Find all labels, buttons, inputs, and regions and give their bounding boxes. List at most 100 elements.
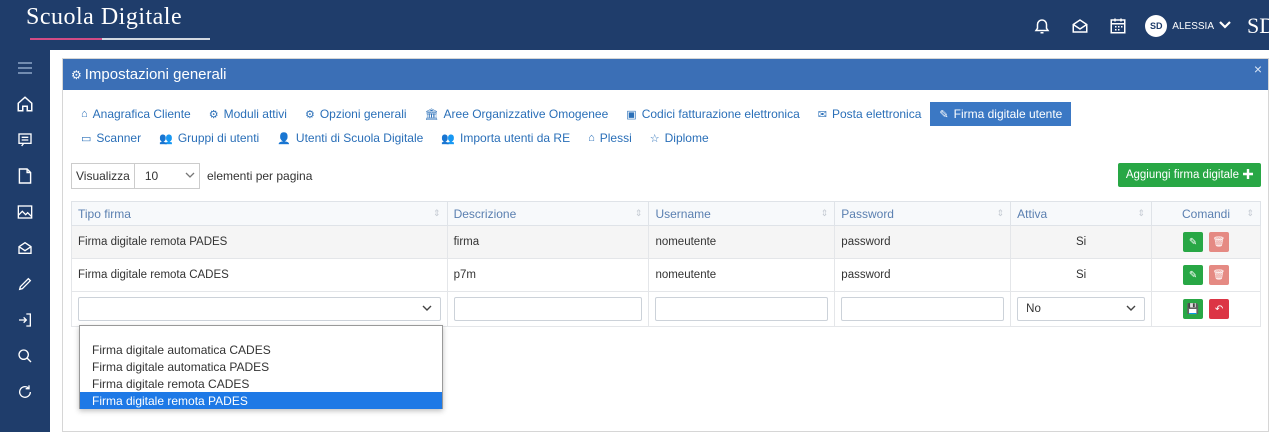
tab-label: Moduli attivi xyxy=(223,107,287,121)
password-input[interactable] xyxy=(841,297,1005,321)
column-header-tipo[interactable]: Tipo firma ⇕ xyxy=(71,201,448,226)
cell-attiva: Si xyxy=(1010,258,1153,292)
edit-button[interactable]: ✎ xyxy=(1183,265,1204,285)
cell-comandi-edit: 💾 ↶ xyxy=(1151,291,1261,327)
cell-tipo-edit xyxy=(71,291,448,327)
sort-icon: ⇕ xyxy=(1137,208,1146,218)
chat-icon[interactable] xyxy=(0,122,50,158)
award-icon: ☆ xyxy=(649,132,660,145)
tab-label: Opzioni generali xyxy=(319,107,407,121)
sort-icon: ⇕ xyxy=(1246,208,1254,218)
table-row: Firma digitale remota CADES p7m nomeuten… xyxy=(71,258,1261,292)
user-icon: 👤 xyxy=(277,132,291,145)
column-header-attiva[interactable]: Attiva ⇕ xyxy=(1010,201,1153,226)
tab-label: Utenti di Scuola Digitale xyxy=(295,131,424,145)
menu-icon[interactable] xyxy=(0,50,50,86)
dropdown-option[interactable]: Firma digitale automatica PADES xyxy=(80,358,442,375)
page-size-select[interactable]: Visualizza 10 xyxy=(71,163,200,189)
tab-scanner[interactable]: ▭ Scanner xyxy=(72,126,150,150)
sort-icon: ⇕ xyxy=(996,208,1005,218)
delete-button[interactable]: 🗑 xyxy=(1209,265,1230,285)
tab-firma-digitale-utente[interactable]: ✎ Firma digitale utente xyxy=(930,102,1072,126)
per-page-text: elementi per pagina xyxy=(207,169,313,183)
login-icon[interactable] xyxy=(0,302,50,338)
edit-icon: ✎ xyxy=(1188,236,1198,248)
delete-button[interactable]: 🗑 xyxy=(1209,232,1230,252)
cell-comandi: ✎ 🗑 xyxy=(1151,225,1261,259)
document-icon[interactable] xyxy=(0,158,50,194)
tab-label: Scanner xyxy=(96,131,142,145)
undo-button[interactable]: ↶ xyxy=(1209,299,1230,319)
mail-icon[interactable] xyxy=(0,230,50,266)
tab-plessi[interactable]: ⌂ Plessi xyxy=(579,126,641,150)
edit-icon: ✎ xyxy=(939,108,949,121)
gear-icon: ⚙ xyxy=(208,108,219,121)
sort-icon: ⇕ xyxy=(433,208,441,218)
mail-open-icon[interactable] xyxy=(1069,15,1091,37)
save-button[interactable]: 💾 xyxy=(1183,299,1204,319)
add-signature-label: Aggiungi firma digitale xyxy=(1125,169,1239,181)
panel-title: Impostazioni generali xyxy=(84,66,227,83)
sort-icon: ⇕ xyxy=(820,208,829,218)
refresh-icon[interactable] xyxy=(0,374,50,410)
bell-icon[interactable] xyxy=(1031,15,1053,37)
add-signature-button[interactable]: Aggiungi firma digitale xyxy=(1117,163,1261,187)
cell-descrizione: firma xyxy=(446,225,650,259)
dropdown-option[interactable]: Firma digitale remota CADES xyxy=(80,375,442,392)
avatar: SD xyxy=(1145,15,1168,37)
brand-title[interactable]: Scuola Digitale xyxy=(26,4,182,31)
tab-label: Firma digitale utente xyxy=(953,107,1063,121)
tab-gruppi-utenti[interactable]: 👥 Gruppi di utenti xyxy=(150,126,268,150)
tipo-firma-select[interactable] xyxy=(78,297,441,321)
top-actions: SD ALESSIA SD xyxy=(1031,12,1269,40)
calendar-icon[interactable] xyxy=(1107,15,1129,37)
cell-password-edit xyxy=(834,291,1012,327)
column-header-descrizione[interactable]: Descrizione ⇕ xyxy=(446,201,650,226)
column-header-password[interactable]: Password ⇕ xyxy=(834,201,1012,226)
home-icon[interactable] xyxy=(0,86,50,122)
tab-label: Codici fatturazione elettronica xyxy=(641,107,800,121)
edit-button[interactable]: ✎ xyxy=(1183,232,1204,252)
attiva-select[interactable]: No xyxy=(1017,297,1146,321)
tab-opzioni-generali[interactable]: ⚙ Opzioni generali xyxy=(296,102,416,126)
right-logo: SD xyxy=(1247,13,1269,38)
tipo-firma-dropdown-list: Firma digitale automatica CADES Firma di… xyxy=(79,325,443,409)
dropdown-option[interactable]: Firma digitale automatica CADES xyxy=(80,341,442,358)
tab-utenti-scuola-digitale[interactable]: 👤 Utenti di Scuola Digitale xyxy=(268,126,432,150)
tab-moduli-attivi[interactable]: ⚙ Moduli attivi xyxy=(200,102,296,126)
scanner-icon: ▭ xyxy=(81,132,92,145)
save-icon: 💾 xyxy=(1186,303,1200,315)
tab-label: Importa utenti da RE xyxy=(460,131,571,145)
column-header-comandi[interactable]: Comandi ⇕ xyxy=(1151,201,1261,226)
tab-codici-fatturazione[interactable]: ▣ Codici fatturazione elettronica xyxy=(617,102,809,126)
column-header-username[interactable]: Username ⇕ xyxy=(648,201,836,226)
table-row: Firma digitale remota PADES firma nomeut… xyxy=(71,225,1261,259)
user-name: ALESSIA xyxy=(1172,20,1214,32)
brand-underline xyxy=(30,38,210,40)
table-toolbar: Visualizza 10 elementi per pagina Aggiun… xyxy=(71,163,1261,189)
close-icon[interactable]: × xyxy=(1254,61,1262,77)
dropdown-option-selected[interactable]: Firma digitale remota PADES xyxy=(80,392,442,409)
tab-anagrafica-cliente[interactable]: ⌂ Anagrafica Cliente xyxy=(72,102,200,126)
tab-importa-utenti[interactable]: 👥 Importa utenti da RE xyxy=(432,126,579,150)
cell-comandi: ✎ 🗑 xyxy=(1151,258,1261,292)
user-menu[interactable]: SD ALESSIA xyxy=(1145,15,1231,37)
mail-icon: ✉ xyxy=(817,108,827,121)
pencil-icon[interactable] xyxy=(0,266,50,302)
search-icon[interactable] xyxy=(0,338,50,374)
tab-label: Diplome xyxy=(664,131,709,145)
cell-username-edit xyxy=(648,291,836,327)
home-icon: ⌂ xyxy=(81,108,88,120)
tab-row-2: ▭ Scanner 👥 Gruppi di utenti 👤 Utenti di Sc… xyxy=(72,126,1262,150)
tab-aree-organizzative[interactable]: 🏛 Aree Organizzative Omogenee xyxy=(416,102,618,126)
tab-posta-elettronica[interactable]: ✉ Posta elettronica xyxy=(809,102,931,126)
panel-header: ⚙ Impostazioni generali × xyxy=(63,59,1268,90)
signatures-table: Tipo firma ⇕ Descrizione ⇕ Username ⇕ Passw… xyxy=(71,201,1261,327)
descrizione-input[interactable] xyxy=(453,297,643,321)
users-icon: 👥 xyxy=(159,132,173,145)
image-icon[interactable] xyxy=(0,194,50,230)
chevron-down-icon xyxy=(422,304,432,315)
tab-diplome[interactable]: ☆ Diplome xyxy=(641,126,718,150)
cell-descrizione-edit xyxy=(446,291,650,327)
username-input[interactable] xyxy=(655,297,829,321)
